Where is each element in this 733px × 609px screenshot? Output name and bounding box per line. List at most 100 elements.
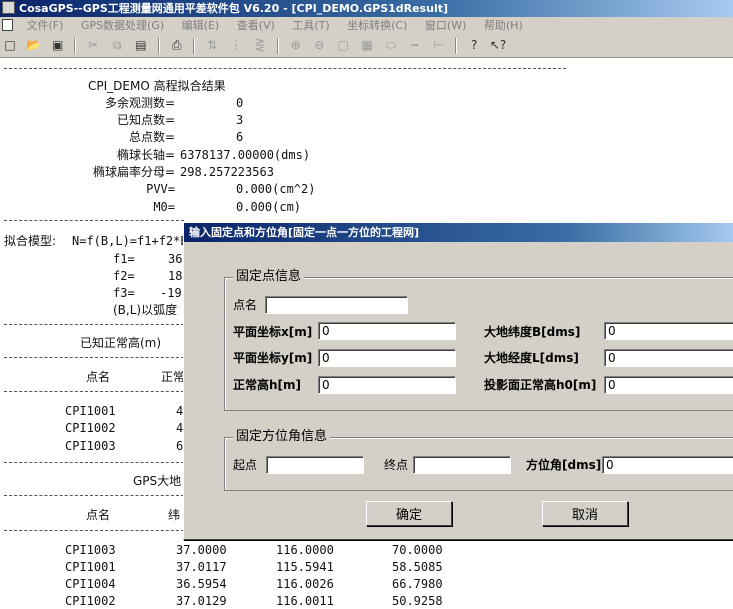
- cut-icon[interactable]: ✂: [83, 35, 103, 55]
- separator-line: [4, 391, 184, 392]
- known-section-title: 已知正常高(m): [80, 336, 162, 350]
- help-icon[interactable]: ?: [464, 35, 484, 55]
- summary-label: M0=: [153, 200, 175, 214]
- fixed-point-group-label: 固定点信息: [233, 269, 305, 285]
- separator-line: [4, 530, 184, 531]
- dialog-title[interactable]: 输入固定点和方位角[固定一点一方位的工程网]: [184, 223, 733, 242]
- zoom-window-icon[interactable]: ▢: [333, 35, 353, 55]
- gps-row-height: 70.0000: [392, 543, 443, 557]
- gps-row-height: 66.7980: [392, 577, 443, 591]
- normal-height-input[interactable]: [318, 376, 456, 394]
- coefficient-label: f2=: [113, 269, 135, 283]
- paste-icon[interactable]: ▤: [131, 35, 151, 55]
- separator-line: [4, 495, 184, 496]
- menu-window[interactable]: 窗口(W): [418, 17, 473, 35]
- summary-label: 总点数=: [128, 130, 175, 144]
- toolbar-separator: [276, 38, 279, 54]
- document-icon[interactable]: [2, 19, 13, 31]
- azimuth-input[interactable]: [602, 456, 733, 474]
- sort-icon[interactable]: ⇅: [202, 35, 222, 55]
- longitude-l-label: 大地经度L[dms]: [484, 351, 579, 365]
- separator-line: [4, 68, 566, 69]
- summary-value: 0: [236, 96, 244, 110]
- known-header-name: 点名: [86, 370, 111, 384]
- gps-row-name: CPI1001: [65, 560, 116, 574]
- separator-line: [4, 357, 184, 358]
- coefficient-label: f1=: [113, 252, 135, 266]
- save-icon[interactable]: ▣: [48, 35, 68, 55]
- new-file-icon[interactable]: □: [0, 35, 20, 55]
- ruler-icon[interactable]: ┅: [405, 35, 425, 55]
- summary-label: 已知点数=: [116, 113, 175, 127]
- model-formula: N=f(B,L)=f1+f2*B: [72, 234, 188, 248]
- coefficient-value: 18: [168, 269, 183, 283]
- zoom-out-icon[interactable]: ⊖: [309, 35, 329, 55]
- fixed-point-dialog: 输入固定点和方位角[固定一点一方位的工程网] 固定点信息 点名 平面坐标x[m]…: [183, 222, 733, 540]
- coefficient-value: 36: [168, 252, 183, 266]
- point-name-input[interactable]: [265, 296, 408, 314]
- print-icon[interactable]: ⎙: [167, 35, 187, 55]
- projection-height-label: 投影面正常高h0[m]: [484, 378, 597, 392]
- axis-icon[interactable]: ⊢: [429, 35, 449, 55]
- gps-row-name: CPI1004: [65, 577, 116, 591]
- gps-header-latitude: 纬: [168, 508, 181, 522]
- toolbar-separator: [74, 38, 77, 54]
- latitude-b-label: 大地纬度B[dms]: [484, 325, 581, 339]
- menu-bar: 文件(F) GPS数据处理(G) 编辑(E) 查看(V) 工具(T) 坐标转换(…: [0, 17, 733, 35]
- gps-row-height: 50.9258: [392, 594, 443, 608]
- latitude-b-input[interactable]: [604, 322, 733, 340]
- gps-row-latitude: 37.0129: [176, 594, 227, 608]
- known-row-name: CPI1001: [65, 404, 116, 418]
- projection-height-input[interactable]: [604, 376, 733, 394]
- summary-value: 0.000(cm^2): [236, 182, 316, 196]
- end-point-input[interactable]: [413, 456, 511, 474]
- gps-header-name: 点名: [86, 508, 111, 522]
- gps-row-longitude: 116.0011: [276, 594, 334, 608]
- grid-icon[interactable]: ⋮: [226, 35, 246, 55]
- longitude-l-input[interactable]: [604, 349, 733, 367]
- menu-file[interactable]: 文件(F): [20, 17, 71, 35]
- coefficient-label: f3=: [113, 286, 135, 300]
- menu-help[interactable]: 帮助(H): [477, 17, 530, 35]
- plane-y-input[interactable]: [318, 349, 456, 367]
- toolbar: □ 📂 ▣ ✂ ⧉ ▤ ⎙ ⇅ ⋮ ⋛ ⊕ ⊖ ▢ ▦ ⬭ ┅ ⊢ ? ↖?: [0, 35, 733, 58]
- context-help-icon[interactable]: ↖?: [488, 35, 508, 55]
- normal-height-label: 正常高h[m]: [233, 378, 302, 392]
- separator-line: [4, 324, 184, 325]
- menu-view[interactable]: 查看(V): [230, 17, 282, 35]
- gps-row-latitude: 36.5954: [176, 577, 227, 591]
- zoom-extent-icon[interactable]: ▦: [357, 35, 377, 55]
- network-icon[interactable]: ⋛: [250, 35, 270, 55]
- separator-line: [4, 462, 184, 463]
- summary-label: PVV=: [146, 182, 175, 196]
- known-header-height: 正常: [161, 370, 186, 384]
- azimuth-label: 方位角[dms]: [526, 458, 602, 472]
- coefficient-value: -19: [160, 286, 182, 300]
- ellipse-icon[interactable]: ⬭: [381, 35, 401, 55]
- point-name-label: 点名: [233, 298, 258, 312]
- gps-row-name: CPI1002: [65, 594, 116, 608]
- gps-row-longitude: 116.0000: [276, 543, 334, 557]
- window-title: CosaGPS--GPS工程测量网通用平差软件包 V6.20 - [CPI_DE…: [19, 2, 449, 15]
- plane-x-label: 平面坐标x[m]: [233, 325, 313, 339]
- summary-label: 椭球扁率分母=: [92, 165, 175, 179]
- start-point-input[interactable]: [266, 456, 364, 474]
- menu-gps-processing[interactable]: GPS数据处理(G): [74, 17, 171, 35]
- summary-value: 6378137.00000(dms): [180, 148, 311, 162]
- plane-x-input[interactable]: [318, 322, 456, 340]
- known-row-name: CPI1003: [65, 439, 116, 453]
- end-point-label: 终点: [384, 458, 409, 472]
- menu-coordinate-transform[interactable]: 坐标转换(C): [340, 17, 414, 35]
- copy-icon[interactable]: ⧉: [107, 35, 127, 55]
- menu-tools[interactable]: 工具(T): [285, 17, 336, 35]
- menu-edit[interactable]: 编辑(E): [175, 17, 227, 35]
- summary-label: 椭球长轴=: [116, 148, 175, 162]
- app-icon: [2, 1, 15, 14]
- open-folder-icon[interactable]: 📂: [24, 35, 44, 55]
- gps-row-longitude: 116.0026: [276, 577, 334, 591]
- summary-value: 0.000(cm): [236, 200, 302, 214]
- cancel-button[interactable]: 取消: [542, 501, 628, 526]
- zoom-in-icon[interactable]: ⊕: [286, 35, 306, 55]
- ok-button[interactable]: 确定: [366, 501, 452, 526]
- gps-row-latitude: 37.0117: [176, 560, 227, 574]
